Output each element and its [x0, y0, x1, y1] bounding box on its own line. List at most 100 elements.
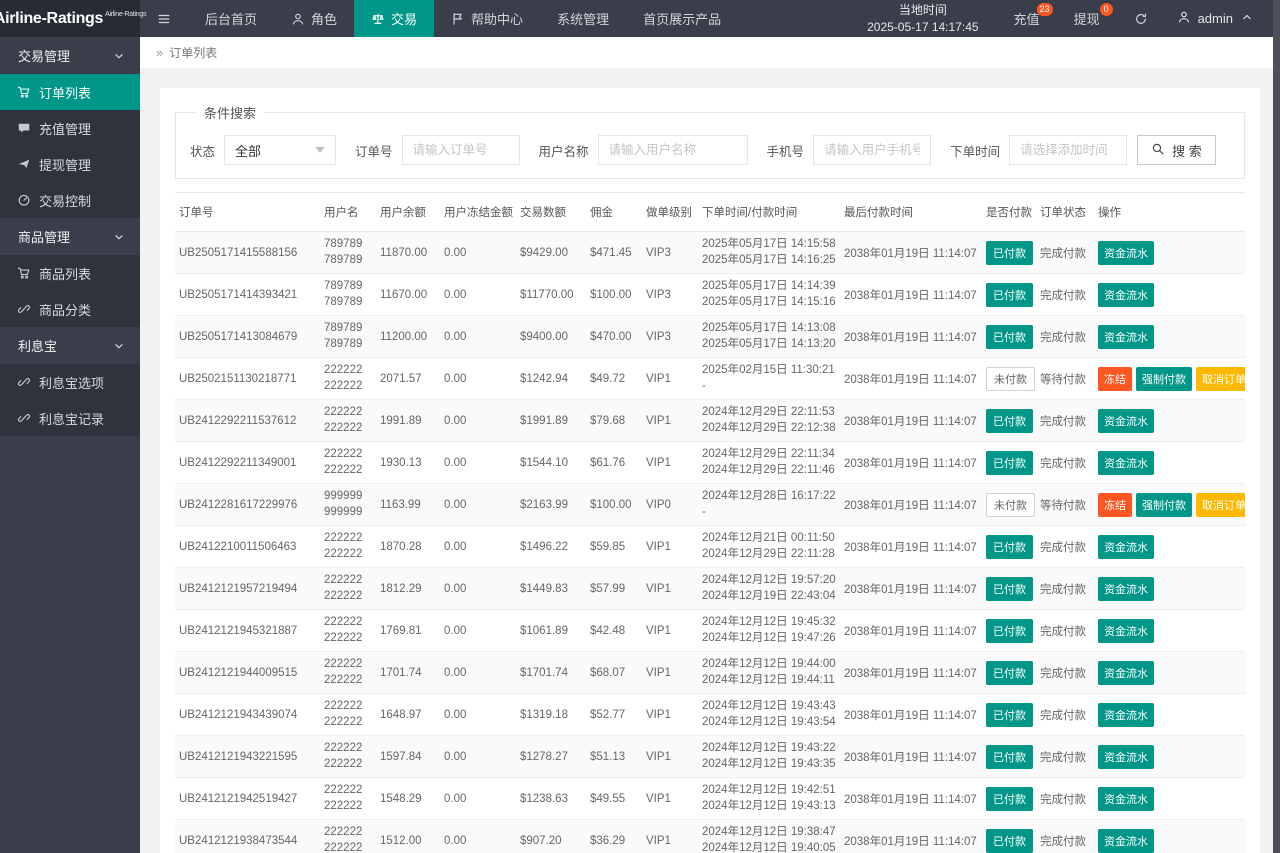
- withdraw-nav-button[interactable]: 提现 0: [1057, 0, 1117, 37]
- sidebar-item-充值管理[interactable]: 充值管理: [0, 110, 140, 146]
- sidebar-item-商品分类[interactable]: 商品分类: [0, 291, 140, 327]
- fund-flow-button[interactable]: 资金流水: [1098, 619, 1154, 643]
- paid-badge: 已付款: [986, 661, 1033, 685]
- order-status: 完成付款: [1036, 652, 1094, 694]
- trade-amount: $9400.00: [516, 316, 586, 358]
- sidebar-item-交易控制[interactable]: 交易控制: [0, 182, 140, 218]
- search-field-input[interactable]: [402, 135, 520, 165]
- column-header: 下单时间/付款时间: [698, 193, 840, 232]
- user-name: 222222222222: [320, 442, 376, 484]
- top-menu-item-label: 系统管理: [557, 9, 609, 28]
- unpaid-badge: 未付款: [986, 367, 1035, 391]
- fund-flow-button[interactable]: 资金流水: [1098, 241, 1154, 265]
- admin-username: admin: [1198, 11, 1233, 26]
- vip-level: VIP1: [642, 400, 698, 442]
- fund-flow-button[interactable]: 资金流水: [1098, 787, 1154, 811]
- app-logo[interactable]: Airline-RatingsAirline-Ratings: [0, 0, 140, 37]
- chev-down-icon: [112, 339, 126, 353]
- top-menu-item[interactable]: 首页展示产品: [626, 0, 738, 37]
- sidebar-group-title[interactable]: 交易管理: [0, 37, 140, 74]
- vertical-scrollbar[interactable]: [1273, 0, 1280, 853]
- user-balance: 1812.29: [376, 568, 440, 610]
- search-field-input[interactable]: [598, 135, 748, 165]
- commission: $49.55: [586, 778, 642, 820]
- force-pay-button[interactable]: 强制付款: [1136, 367, 1192, 391]
- freeze-button[interactable]: 冻结: [1098, 367, 1132, 391]
- recharge-nav-button[interactable]: 充值 23: [997, 0, 1057, 37]
- fund-flow-button[interactable]: 资金流水: [1098, 325, 1154, 349]
- row-actions: 冻结强制付款取消订单: [1094, 358, 1245, 400]
- fund-flow-button[interactable]: 资金流水: [1098, 661, 1154, 685]
- row-actions: 冻结强制付款取消订单: [1094, 484, 1245, 526]
- fund-flow-button[interactable]: 资金流水: [1098, 409, 1154, 433]
- sidebar-item-提现管理[interactable]: 提现管理: [0, 146, 140, 182]
- cancel-button[interactable]: 取消订单: [1196, 493, 1245, 517]
- trade-amount: $1061.89: [516, 610, 586, 652]
- order-status: 完成付款: [1036, 820, 1094, 853]
- top-menu-item[interactable]: 角色: [274, 0, 354, 37]
- commission: $471.45: [586, 232, 642, 274]
- pay-status: 已付款: [982, 652, 1036, 694]
- pay-status: 未付款: [982, 484, 1036, 526]
- order-no: UB2505171415588156: [175, 232, 320, 274]
- sidebar-item-利息宝选项[interactable]: 利息宝选项: [0, 364, 140, 400]
- user-balance: 2071.57: [376, 358, 440, 400]
- admin-menu[interactable]: admin: [1165, 0, 1266, 37]
- user-frozen: 0.00: [440, 442, 516, 484]
- paid-badge: 已付款: [986, 829, 1033, 853]
- freeze-button[interactable]: 冻结: [1098, 493, 1132, 517]
- user-frozen: 0.00: [440, 568, 516, 610]
- user-frozen: 0.00: [440, 610, 516, 652]
- sidebar-toggle-button[interactable]: [140, 0, 188, 37]
- search-field-input[interactable]: [813, 135, 931, 165]
- order-no: UB2412121938473544: [175, 820, 320, 853]
- link-icon: [17, 375, 31, 389]
- row-actions: 资金流水: [1094, 736, 1245, 778]
- user-balance: 11870.00: [376, 232, 440, 274]
- top-menu-item[interactable]: 交易: [354, 0, 434, 37]
- fund-flow-button[interactable]: 资金流水: [1098, 283, 1154, 307]
- top-menu-item[interactable]: 后台首页: [188, 0, 274, 37]
- order-row: UB24121219425194272222222222221548.290.0…: [175, 778, 1245, 820]
- fund-flow-button[interactable]: 资金流水: [1098, 703, 1154, 727]
- fund-flow-button[interactable]: 资金流水: [1098, 451, 1154, 475]
- sidebar-item-利息宝记录[interactable]: 利息宝记录: [0, 400, 140, 436]
- cart-icon: [17, 85, 31, 99]
- pay-status: 已付款: [982, 316, 1036, 358]
- search-field: 订单号: [346, 135, 520, 165]
- fund-flow-button[interactable]: 资金流水: [1098, 535, 1154, 559]
- top-menu-item[interactable]: 帮助中心: [434, 0, 540, 37]
- order-status: 完成付款: [1036, 568, 1094, 610]
- sidebar-item-商品列表[interactable]: 商品列表: [0, 255, 140, 291]
- refresh-button[interactable]: [1117, 0, 1165, 37]
- status-select[interactable]: 全部: [224, 135, 336, 165]
- fund-flow-button[interactable]: 资金流水: [1098, 745, 1154, 769]
- search-field-label: 订单号: [355, 141, 393, 160]
- fund-flow-button[interactable]: 资金流水: [1098, 829, 1154, 853]
- commission: $52.77: [586, 694, 642, 736]
- scrollbar-thumb[interactable]: [1273, 0, 1280, 853]
- chev-up-icon: [1240, 10, 1254, 24]
- paid-badge: 已付款: [986, 703, 1033, 727]
- fund-flow-button[interactable]: 资金流水: [1098, 577, 1154, 601]
- pay-status: 已付款: [982, 694, 1036, 736]
- user-frozen: 0.00: [440, 526, 516, 568]
- sidebar-item-订单列表[interactable]: 订单列表: [0, 74, 140, 110]
- sidebar-group-title[interactable]: 利息宝: [0, 327, 140, 364]
- order-row: UB24121219384735442222222222221512.000.0…: [175, 820, 1245, 853]
- hamburger-icon: [157, 12, 171, 26]
- column-header: 做单级别: [642, 193, 698, 232]
- force-pay-button[interactable]: 强制付款: [1136, 493, 1192, 517]
- search-field-input[interactable]: [1009, 135, 1127, 165]
- top-menu-items: 后台首页角色交易帮助中心系统管理首页展示产品: [188, 0, 738, 37]
- search-button[interactable]: 搜 索: [1137, 135, 1216, 165]
- user-balance: 11200.00: [376, 316, 440, 358]
- sidebar-group-title[interactable]: 商品管理: [0, 218, 140, 255]
- cancel-button[interactable]: 取消订单: [1196, 367, 1245, 391]
- order-status: 完成付款: [1036, 736, 1094, 778]
- order-status: 完成付款: [1036, 232, 1094, 274]
- trade-amount: $9429.00: [516, 232, 586, 274]
- order-row: UB24121219432215952222222222221597.840.0…: [175, 736, 1245, 778]
- top-menu-item[interactable]: 系统管理: [540, 0, 626, 37]
- sidebar-item-label: 交易控制: [39, 191, 91, 210]
